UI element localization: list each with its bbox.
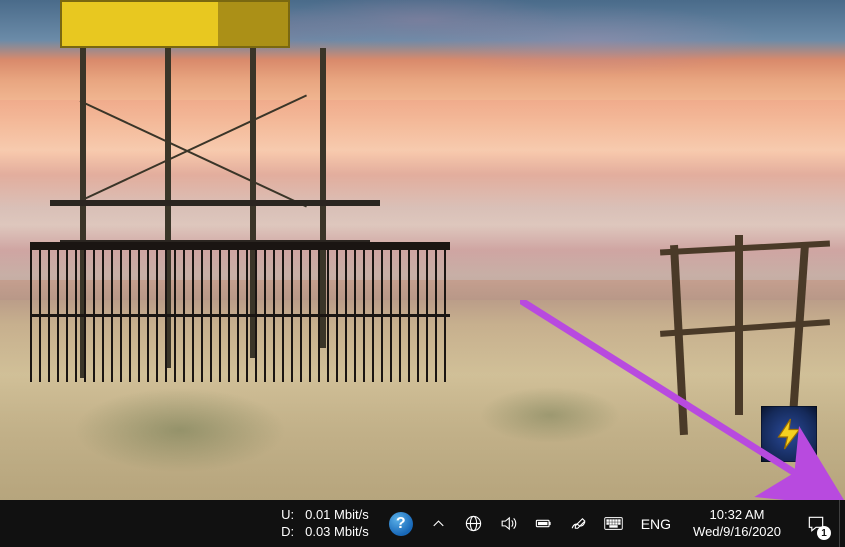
action-center-button[interactable]: 1: [793, 500, 839, 547]
clock-time: 10:32 AM: [710, 507, 765, 523]
chevron-up-icon: [429, 514, 448, 533]
clock-date: Wed/9/16/2020: [693, 524, 781, 540]
volume-icon: [499, 514, 518, 533]
netmon-down-value: 0.03 Mbit/s: [305, 524, 369, 540]
pen-workspace-icon: [569, 514, 588, 533]
desktop-shortcut-lightning[interactable]: [761, 406, 817, 462]
notification-badge: 1: [817, 526, 831, 540]
battery-icon: [534, 514, 553, 533]
netmon-up-label: U:: [281, 507, 299, 523]
touch-keyboard-icon: [604, 514, 623, 533]
lightning-icon: [771, 416, 807, 452]
desktop-wallpaper[interactable]: [0, 0, 845, 500]
tray-overflow-button[interactable]: [421, 500, 456, 547]
show-desktop-button[interactable]: [839, 500, 845, 547]
wallpaper-rail: [655, 225, 835, 435]
netmon-down-label: D:: [281, 524, 299, 540]
wallpaper-tower: [60, 0, 290, 48]
help-icon: ?: [389, 512, 413, 536]
battery-tray-button[interactable]: [526, 500, 561, 547]
taskbar: U: 0.01 Mbit/s D: 0.03 Mbit/s ?: [0, 500, 845, 547]
network-tray-button[interactable]: [456, 500, 491, 547]
netmon-up-value: 0.01 Mbit/s: [305, 507, 369, 523]
wallpaper-fence: [30, 242, 450, 382]
get-help-button[interactable]: ?: [381, 500, 421, 547]
volume-tray-button[interactable]: [491, 500, 526, 547]
pen-workspace-button[interactable]: [561, 500, 596, 547]
clock-button[interactable]: 10:32 AM Wed/9/16/2020: [681, 500, 793, 547]
touch-keyboard-button[interactable]: [596, 500, 631, 547]
network-monitor[interactable]: U: 0.01 Mbit/s D: 0.03 Mbit/s: [131, 507, 381, 540]
language-indicator[interactable]: ENG: [631, 500, 681, 547]
network-icon: [464, 514, 483, 533]
